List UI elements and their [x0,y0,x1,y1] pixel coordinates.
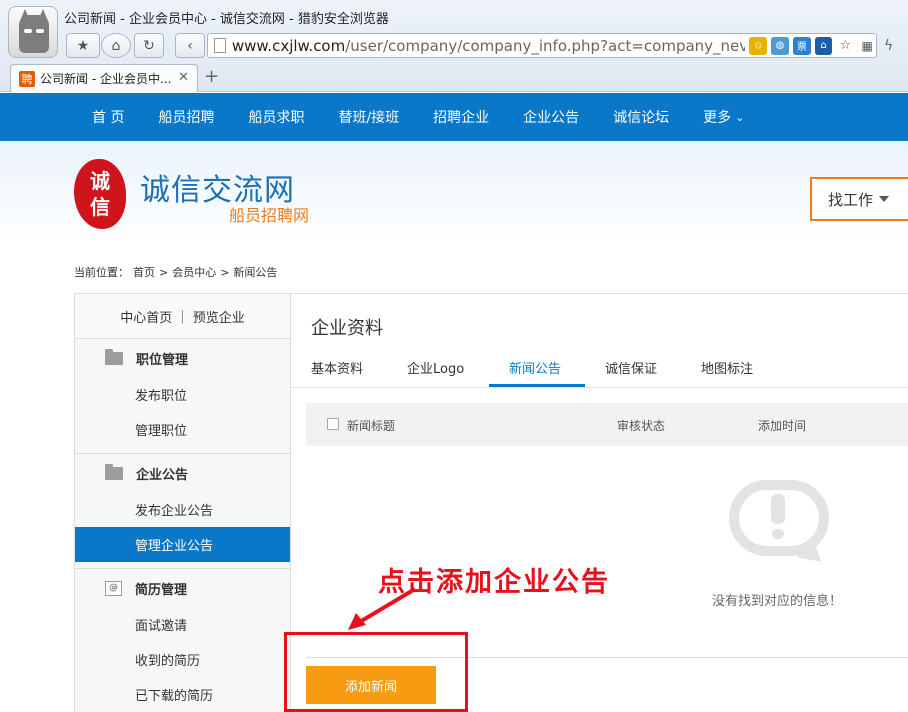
url-text[interactable]: www.cxjlw.com/user/company/company_info.… [232,37,745,55]
chevron-down-icon: ⌄ [735,110,745,124]
sidebar-item-manage-announcements[interactable]: 管理企业公告 [75,527,290,562]
sidebar-item-downloaded-resumes[interactable]: 已下载的简历 [75,677,290,712]
back-icon[interactable]: ‹ [175,33,205,58]
caret-down-icon [879,196,890,202]
breadcrumb-news: 新闻公告 [233,266,278,279]
sidebar-item-manage-jobs[interactable]: 管理职位 [75,412,290,447]
sidebar-group-resumes: @ 简历管理 面试邀请 收到的简历 已下载的简历 [75,569,290,712]
table-header: 新闻标题 审核状态 添加时间 [306,403,908,446]
col-added-time: 添加时间 [758,419,807,433]
tab-basic-info[interactable]: 基本资料 [311,358,363,377]
browser-chrome: 公司新闻 - 企业会员中心 - 诚信交流网 - 猎豹安全浏览器 ★ ⌂ ↻ ‹ … [0,0,908,92]
sidebar-item-publish-job[interactable]: 发布职位 [75,377,290,412]
translate-icon[interactable]: ◍ [771,36,789,55]
preview-company-link[interactable]: 预览企业 [193,307,245,326]
lightning-icon[interactable]: ϟ [884,38,893,54]
annotation-highlight-box [284,632,468,712]
screenshot-icon[interactable]: ⌂ [814,36,833,55]
nav-more[interactable]: 更多 ⌄ [703,107,744,127]
empty-state-text: 没有找到对应的信息！ [712,594,843,609]
nav-crew-jobseek[interactable]: 船员求职 [248,107,304,127]
tab-favicon-icon: 聘 [19,70,35,87]
nav-forum[interactable]: 诚信论坛 [613,107,669,127]
browser-avatar-icon[interactable] [8,6,58,58]
tab-integrity[interactable]: 诚信保证 [605,358,657,377]
address-bar[interactable]: www.cxjlw.com/user/company/company_info.… [207,33,877,58]
qrcode-icon[interactable]: ▦ [858,37,876,55]
annotation-arrow-icon [348,587,417,630]
tab-bar: 基本资料 企业Logo 新闻公告 诚信保证 地图标注 [291,346,908,388]
sidebar-group-announcements: 企业公告 发布企业公告 管理企业公告 [75,454,290,569]
sidebar-item-received-resumes[interactable]: 收到的简历 [75,642,290,677]
page-title: 企业资料 [311,318,383,339]
nav-crew-recruit[interactable]: 船员招聘 [158,107,214,127]
tab-logo[interactable]: 企业Logo [407,358,464,377]
sidebar: 中心首页 | 预览企业 职位管理 发布职位 管理职位 企业公告 发布企业公告 管… [74,293,291,712]
resume-icon: @ [105,580,122,596]
home-icon[interactable]: ⌂ [101,33,131,58]
nav-companies[interactable]: 招聘企业 [433,107,489,127]
page-icon [214,38,226,53]
col-news-title: 新闻标题 [347,419,396,433]
logo-seal: 诚 信 [74,159,126,229]
refresh-icon[interactable]: ↻ [134,33,164,58]
tab-close-icon[interactable]: ✕ [178,70,189,85]
favorite-star-icon[interactable]: ★ [66,33,100,58]
center-home-link[interactable]: 中心首页 [120,307,172,326]
nav-announcements[interactable]: 企业公告 [523,107,579,127]
logo-subtitle: 船员招聘网 [229,206,310,225]
sidebar-top: 中心首页 | 预览企业 [75,294,290,339]
sidebar-group-jobs: 职位管理 发布职位 管理职位 [75,339,290,454]
ticket-icon[interactable]: 票 [792,36,811,55]
new-tab-icon[interactable]: + [204,66,219,87]
active-tab-underline [489,384,585,387]
breadcrumb-home[interactable]: 首页 [133,266,155,279]
nav-home[interactable]: 首 页 [92,107,124,127]
bookmark-add-icon[interactable]: ☆ [836,37,854,55]
sidebar-item-publish-announcement[interactable]: 发布企业公告 [75,492,290,527]
tab-title: 公司新闻 - 企业会员中... [40,72,172,86]
site-header: 诚 信 诚信交流网 船员招聘网 找工作 [0,141,908,241]
folder-icon [105,348,123,365]
window-title: 公司新闻 - 企业会员中心 - 诚信交流网 - 猎豹安全浏览器 [64,12,389,27]
tab-news[interactable]: 新闻公告 [509,358,561,377]
site-nav: 首 页 船员招聘 船员求职 替班/接班 招聘企业 企业公告 诚信论坛 更多 ⌄ [0,93,908,141]
find-job-dropdown[interactable]: 找工作 [810,177,908,221]
folder-icon [105,463,123,480]
breadcrumb: 当前位置： 首页 > 会员中心 > 新闻公告 [74,266,278,279]
select-all-checkbox[interactable] [327,418,339,430]
sidebar-item-interview-invites[interactable]: 面试邀请 [75,607,290,642]
browser-tab[interactable]: 聘 公司新闻 - 企业会员中... ✕ [10,64,198,92]
adblock-icon[interactable]: ⦸ [749,36,768,55]
col-review-status: 审核状态 [617,419,666,433]
tab-map[interactable]: 地图标注 [701,358,753,377]
breadcrumb-member-center[interactable]: 会员中心 [172,266,216,279]
nav-relief[interactable]: 替班/接班 [338,107,399,127]
